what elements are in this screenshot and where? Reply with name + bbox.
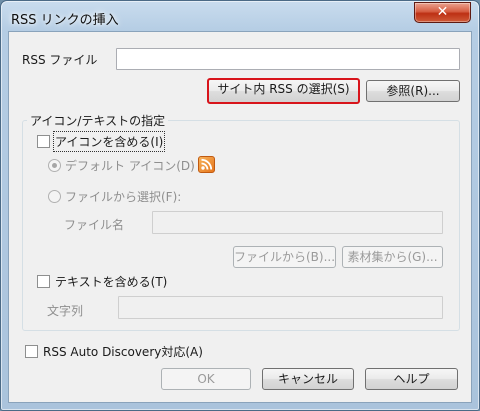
- dialog-title: RSS リンクの挿入: [11, 13, 119, 28]
- from-file-button[interactable]: ファイルから(B)...: [233, 246, 336, 268]
- dialog-window: RSS リンクの挿入 ✕ RSS ファイル サイト内 RSS の選択(S) 参照…: [0, 0, 480, 411]
- include-text-label[interactable]: テキストを含める(T): [55, 273, 167, 290]
- include-text-checkbox[interactable]: [37, 275, 50, 288]
- default-icon-label[interactable]: デフォルト アイコン(D): [65, 157, 195, 174]
- browse-button[interactable]: 参照(R)...: [366, 80, 460, 102]
- rss-file-input[interactable]: [116, 48, 460, 70]
- include-icon-label[interactable]: アイコンを含める(I): [52, 131, 166, 152]
- close-icon: ✕: [436, 4, 449, 20]
- rss-glyph-icon: [201, 158, 213, 170]
- help-button[interactable]: ヘルプ: [365, 368, 458, 390]
- from-file-radio[interactable]: [48, 190, 61, 203]
- rss-file-label: RSS ファイル: [22, 53, 98, 67]
- from-file-label[interactable]: ファイルから選択(F):: [65, 188, 181, 205]
- from-assets-button[interactable]: 素材集から(G)...: [342, 246, 443, 268]
- title-bar[interactable]: RSS リンクの挿入 ✕: [1, 1, 479, 31]
- rss-feed-icon: [198, 156, 215, 173]
- text-label: 文字列: [47, 304, 84, 318]
- dialog-body: RSS ファイル サイト内 RSS の選択(S) 参照(R)... アイコン/テ…: [8, 31, 472, 403]
- filename-label: ファイル名: [64, 218, 125, 232]
- default-icon-radio[interactable]: [48, 159, 61, 172]
- filename-input[interactable]: [152, 211, 443, 234]
- text-input[interactable]: [118, 296, 443, 319]
- close-button[interactable]: ✕: [414, 2, 471, 23]
- cancel-button[interactable]: キャンセル: [262, 368, 354, 390]
- icon-text-group-title: アイコン/テキストの指定: [27, 112, 169, 129]
- ok-button[interactable]: OK: [161, 368, 251, 390]
- auto-discovery-checkbox[interactable]: [25, 345, 38, 358]
- include-icon-checkbox[interactable]: [37, 135, 50, 148]
- auto-discovery-label[interactable]: RSS Auto Discovery対応(A): [43, 343, 203, 360]
- site-rss-select-button[interactable]: サイト内 RSS の選択(S): [207, 78, 360, 104]
